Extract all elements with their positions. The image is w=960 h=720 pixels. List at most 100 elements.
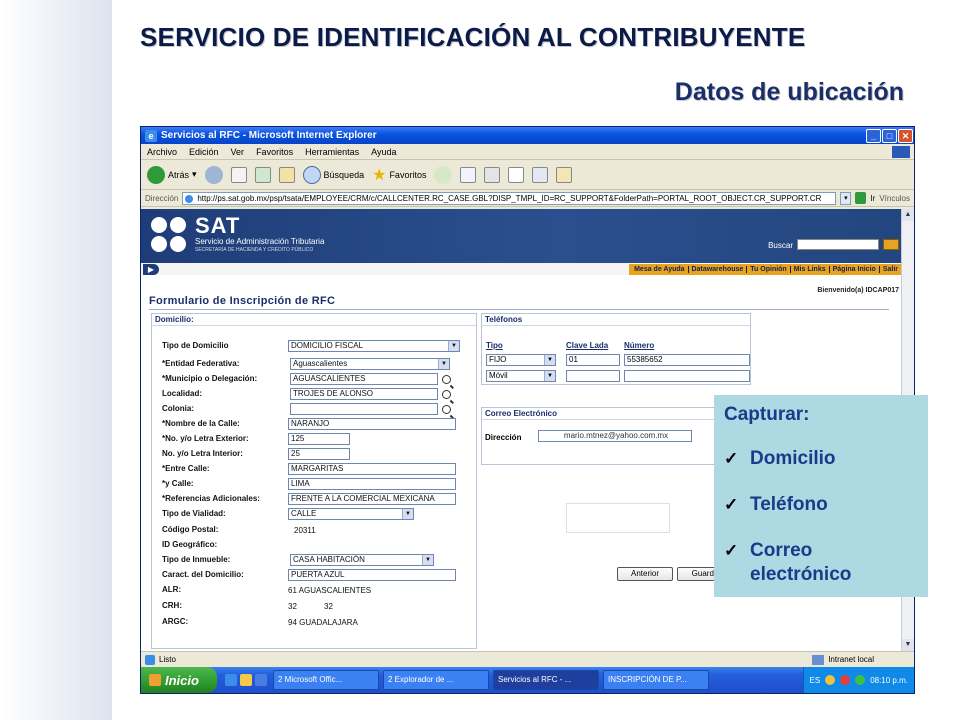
label-crh: CRH: bbox=[162, 601, 182, 610]
refresh-icon[interactable] bbox=[254, 166, 271, 183]
menu-herramientas[interactable]: Herramientas bbox=[305, 147, 359, 157]
task-office[interactable]: 2 Microsoft Offic... bbox=[273, 670, 379, 690]
nav-tu-opinion[interactable]: Tu Opinión bbox=[747, 265, 791, 273]
quicklaunch-ie-icon[interactable] bbox=[225, 674, 237, 686]
select-tel-tipo-2[interactable]: Móvil ▼ bbox=[486, 370, 556, 382]
nav-mesa-ayuda[interactable]: Mesa de Ayuda bbox=[631, 265, 689, 273]
quicklaunch-desktop-icon[interactable] bbox=[240, 674, 252, 686]
window-titlebar[interactable]: e Servicios al RFC - Microsoft Internet … bbox=[141, 127, 914, 144]
lookup-search-icon[interactable] bbox=[442, 375, 451, 384]
clock: 08:10 p.m. bbox=[870, 675, 908, 685]
address-input[interactable]: http://ps.sat.gob.mx/psp/tsata/EMPLOYEE/… bbox=[182, 191, 837, 205]
print-icon[interactable] bbox=[484, 166, 501, 183]
tray-icon[interactable] bbox=[855, 675, 866, 685]
label-no-interior: No. y/o Letra Interior: bbox=[162, 449, 243, 458]
lookup-search-icon[interactable] bbox=[442, 405, 451, 414]
history-icon[interactable] bbox=[434, 165, 453, 184]
label-municipio: *Municipio o Delegación: bbox=[162, 374, 258, 383]
start-button[interactable]: Inicio bbox=[141, 667, 217, 693]
input-y-calle[interactable]: LIMA bbox=[288, 478, 456, 490]
domicilio-header: Domicilio: bbox=[152, 314, 476, 326]
minimize-icon[interactable]: _ bbox=[866, 128, 881, 143]
messenger-icon[interactable] bbox=[556, 166, 573, 183]
back-button[interactable]: Atrás ▾ bbox=[147, 165, 197, 184]
chevron-down-icon: ▼ bbox=[422, 555, 433, 565]
input-entre-calle[interactable]: MARGARITAS bbox=[288, 463, 456, 475]
menu-ayuda[interactable]: Ayuda bbox=[371, 147, 396, 157]
value-tipo-vialidad: CALLE bbox=[291, 509, 317, 518]
value-crh-2: 32 bbox=[324, 602, 333, 611]
edit-icon[interactable] bbox=[508, 166, 525, 183]
menu-edicion[interactable]: Edición bbox=[189, 147, 219, 157]
language-indicator[interactable]: ES bbox=[810, 676, 821, 685]
input-referencias[interactable]: FRENTE A LA COMERCIAL MEXICANA bbox=[288, 493, 456, 505]
tray-icon[interactable] bbox=[825, 675, 836, 685]
favorites-button[interactable]: ★ Favoritos bbox=[372, 165, 426, 185]
label-calle: *Nombre de la Calle: bbox=[162, 419, 240, 428]
scroll-up-icon[interactable]: ▲ bbox=[902, 209, 914, 221]
discuss-icon[interactable] bbox=[532, 166, 549, 183]
sat-logo-icon bbox=[151, 217, 189, 253]
menu-ver[interactable]: Ver bbox=[231, 147, 245, 157]
links-label[interactable]: Vínculos bbox=[879, 194, 914, 203]
forward-arrow-icon[interactable] bbox=[204, 165, 223, 184]
banner-search-input[interactable] bbox=[797, 239, 879, 250]
select-tipo-inmueble[interactable]: CASA HABITACIÓN ▼ bbox=[290, 554, 434, 566]
tray-icon[interactable] bbox=[840, 675, 851, 685]
input-no-interior[interactable]: 25 bbox=[288, 448, 350, 460]
close-icon[interactable]: ✕ bbox=[898, 128, 913, 143]
input-no-exterior[interactable]: 125 bbox=[288, 433, 350, 445]
input-tel-numero-1[interactable]: 55385652 bbox=[624, 354, 750, 366]
start-label: Inicio bbox=[165, 672, 199, 688]
menu-archivo[interactable]: Archivo bbox=[147, 147, 177, 157]
task-servicios-rfc[interactable]: Servicios al RFC - ... bbox=[493, 670, 599, 690]
home-icon[interactable] bbox=[278, 166, 295, 183]
select-tipo-vialidad[interactable]: CALLE ▼ bbox=[288, 508, 414, 520]
banner-search-go-icon[interactable] bbox=[883, 239, 899, 250]
page-status-icon bbox=[145, 654, 155, 665]
input-tel-lada-2[interactable] bbox=[566, 370, 620, 382]
slide-title: SERVICIO DE IDENTIFICACIÓN AL CONTRIBUYE… bbox=[140, 22, 806, 52]
scroll-down-icon[interactable]: ▼ bbox=[902, 639, 914, 651]
label-referencias: *Referencias Adicionales: bbox=[162, 494, 260, 503]
task-explorer[interactable]: 2 Explorador de ... bbox=[383, 670, 489, 690]
search-button[interactable]: Búsqueda bbox=[302, 165, 364, 184]
select-tel-tipo-1[interactable]: FIJO ▼ bbox=[486, 354, 556, 366]
nav-datawarehouse[interactable]: Datawarehouse bbox=[689, 265, 748, 273]
input-municipio[interactable]: AGUASCALIENTES bbox=[290, 373, 438, 385]
maximize-icon[interactable]: □ bbox=[882, 128, 897, 143]
select-tipo-domicilio[interactable]: DOMICILIO FISCAL ▼ bbox=[288, 340, 460, 352]
go-arrow-icon[interactable] bbox=[855, 192, 867, 204]
row-argc: ARGC: 94 GUADALAJARA bbox=[152, 616, 476, 629]
stop-icon[interactable] bbox=[230, 166, 247, 183]
label-colonia: Colonia: bbox=[162, 404, 194, 413]
input-tel-lada-1[interactable]: 01 bbox=[566, 354, 620, 366]
input-caract-domicilio[interactable]: PUERTA AZUL bbox=[288, 569, 456, 581]
task-inscripcion[interactable]: INSCRIPCIÓN DE P... bbox=[603, 670, 709, 690]
mail-icon[interactable] bbox=[460, 166, 477, 183]
top-nav-links: Mesa de Ayuda Datawarehouse Tu Opinión M… bbox=[629, 263, 903, 275]
windows-logo-icon bbox=[149, 674, 161, 686]
address-dropdown-icon[interactable]: ▾ bbox=[840, 191, 852, 205]
select-entidad[interactable]: Aguascalientes ▼ bbox=[290, 358, 450, 370]
lookup-search-icon[interactable] bbox=[442, 390, 451, 399]
menu-toggle-arrow-icon[interactable]: ▶ bbox=[143, 263, 159, 275]
input-tel-numero-2[interactable] bbox=[624, 370, 750, 382]
nav-mis-links[interactable]: Mis Links bbox=[791, 265, 830, 273]
anterior-button[interactable]: Anterior bbox=[617, 567, 673, 581]
nav-pagina-inicio[interactable]: Página Inicio bbox=[830, 265, 880, 273]
quicklaunch-outlook-icon[interactable] bbox=[255, 674, 267, 686]
input-localidad[interactable]: TROJES DE ALONSO bbox=[290, 388, 438, 400]
chevron-down-icon: ▼ bbox=[544, 371, 555, 381]
label-entre-calle: *Entre Calle: bbox=[162, 464, 210, 473]
page-icon bbox=[185, 194, 194, 203]
col-numero: Número bbox=[624, 341, 655, 350]
input-correo[interactable]: mario.mtnez@yahoo.com.mx bbox=[538, 430, 692, 442]
input-colonia[interactable] bbox=[290, 403, 438, 415]
value-entidad: Aguascalientes bbox=[293, 359, 348, 368]
go-label[interactable]: Ir bbox=[870, 194, 875, 203]
menu-favoritos[interactable]: Favoritos bbox=[256, 147, 293, 157]
label-alr: ALR: bbox=[162, 585, 182, 594]
input-calle[interactable]: NARANJO bbox=[288, 418, 456, 430]
nav-salir[interactable]: Salir bbox=[880, 266, 901, 273]
